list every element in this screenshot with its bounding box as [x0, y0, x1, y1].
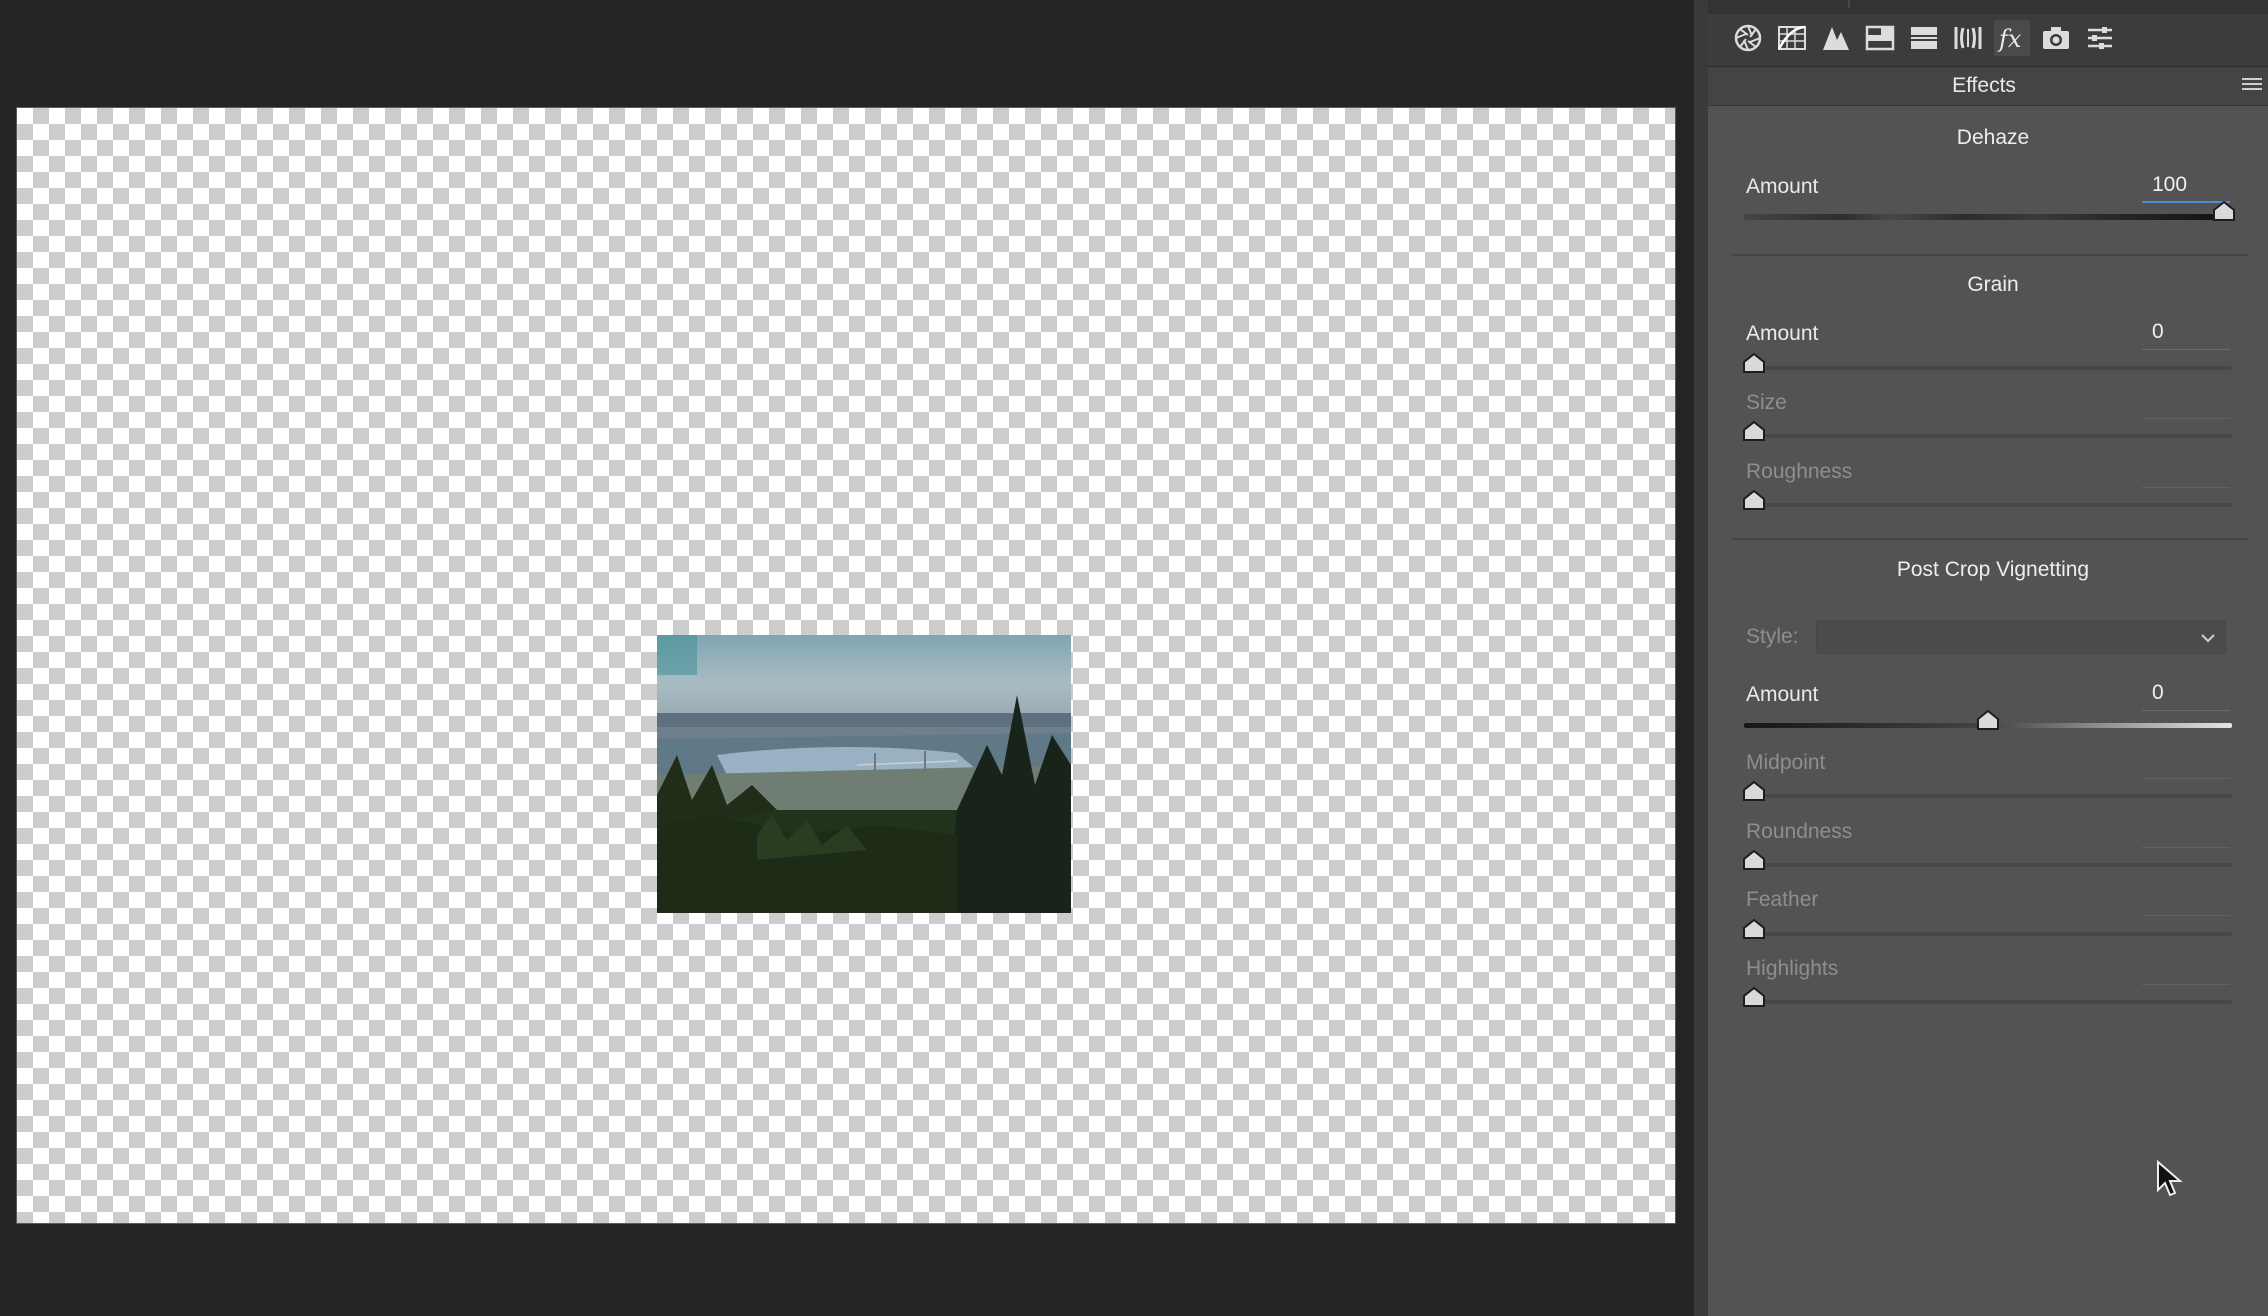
split-toning-icon[interactable]	[1906, 20, 1942, 56]
detail-icon[interactable]	[1818, 20, 1854, 56]
chevron-down-icon	[2201, 634, 2215, 643]
grain-size-thumb[interactable]	[1742, 420, 1766, 442]
panel-menu-icon[interactable]	[2242, 75, 2262, 93]
vignette-amount-label: Amount	[1746, 683, 1819, 706]
grain-roughness-track[interactable]	[1744, 503, 2232, 507]
dehaze-section-title: Dehaze	[1956, 126, 2030, 149]
vignette-midpoint-field[interactable]	[2142, 749, 2230, 779]
grain-roughness-label: Roughness	[1746, 460, 1853, 483]
grain-size-track[interactable]	[1744, 434, 2232, 438]
vignette-highlights-thumb[interactable]	[1742, 986, 1766, 1008]
vignette-feather-track[interactable]	[1744, 932, 2232, 936]
vignette-midpoint-track[interactable]	[1744, 794, 2232, 798]
vignette-roundness-field[interactable]	[2142, 818, 2230, 848]
vignette-amount-field[interactable]: 0	[2142, 681, 2230, 711]
vignette-roundness-thumb[interactable]	[1742, 849, 1766, 871]
grain-amount-track[interactable]	[1744, 366, 2232, 370]
vignette-feather-thumb[interactable]	[1742, 918, 1766, 940]
panel-toolbar: fx	[1708, 0, 2268, 67]
vignette-roundness-track[interactable]	[1744, 863, 2232, 867]
panel-title: Effects	[1952, 74, 2016, 97]
camera-calibration-icon[interactable]	[2038, 20, 2074, 56]
vignette-roundness-label: Roundness	[1746, 820, 1853, 843]
hsl-icon[interactable]	[1862, 20, 1898, 56]
vignette-midpoint-thumb[interactable]	[1742, 780, 1766, 802]
lens-corrections-icon[interactable]	[1950, 20, 1986, 56]
landscape-photo[interactable]	[657, 635, 1071, 913]
landscape-photo-art	[657, 635, 1071, 913]
vignette-feather-label: Feather	[1746, 888, 1819, 911]
canvas-area	[0, 0, 1694, 1316]
mouse-cursor-icon	[2157, 1160, 2183, 1197]
basic-aperture-icon[interactable]	[1730, 20, 1766, 56]
section-divider	[1732, 254, 2248, 256]
grain-roughness-thumb[interactable]	[1742, 489, 1766, 511]
svg-text:fx: fx	[1997, 25, 2022, 53]
vignette-highlights-label: Highlights	[1746, 957, 1839, 980]
toolbar-topline	[1708, 0, 2268, 14]
dehaze-amount-track[interactable]	[1744, 214, 2232, 220]
section-divider	[1732, 538, 2248, 540]
grain-size-field[interactable]	[2142, 389, 2230, 419]
grain-size-label: Size	[1746, 391, 1787, 414]
vignette-style-dropdown[interactable]	[1816, 620, 2226, 654]
tone-curve-icon[interactable]	[1774, 20, 1810, 56]
grain-amount-label: Amount	[1746, 322, 1819, 345]
dehaze-amount-label: Amount	[1746, 175, 1819, 198]
vignette-style-label: Style:	[1746, 625, 1799, 648]
transparent-canvas[interactable]	[16, 107, 1676, 1224]
grain-amount-field[interactable]: 0	[2142, 320, 2230, 350]
vignette-section-title: Post Crop Vignetting	[1896, 558, 2090, 581]
vignette-highlights-track[interactable]	[1744, 1000, 2232, 1004]
presets-icon[interactable]	[2082, 20, 2118, 56]
fx-icon[interactable]: fx	[1994, 20, 2030, 56]
grain-amount-thumb[interactable]	[1742, 352, 1766, 374]
panel-divider[interactable]	[1694, 0, 1708, 1316]
vignette-highlights-field[interactable]	[2142, 955, 2230, 985]
grain-section-title: Grain	[1967, 273, 2019, 296]
dehaze-amount-field[interactable]: 100	[2142, 173, 2230, 203]
grain-roughness-field[interactable]	[2142, 458, 2230, 488]
develop-panel: fx Effects Dehaze Amount 100 Grain Amoun…	[1708, 0, 2268, 1316]
vignette-midpoint-label: Midpoint	[1746, 751, 1826, 774]
vignette-amount-thumb[interactable]	[1976, 709, 2000, 731]
panel-header: Effects	[1708, 67, 2268, 106]
vignette-feather-field[interactable]	[2142, 886, 2230, 916]
dehaze-amount-thumb[interactable]	[2212, 200, 2236, 222]
